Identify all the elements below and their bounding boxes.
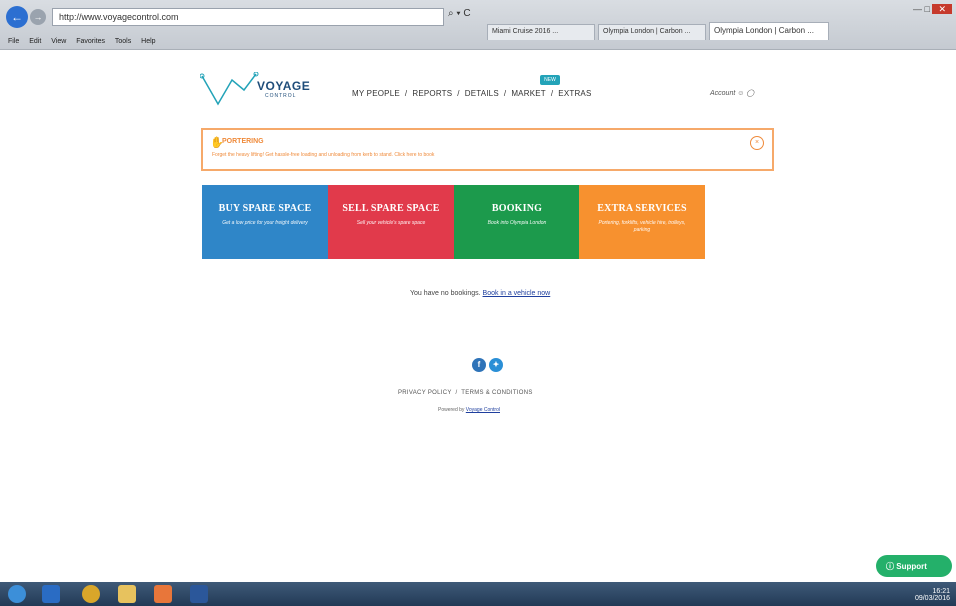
start-button-icon[interactable] (8, 585, 26, 603)
privacy-policy-link[interactable]: PRIVACY POLICY (398, 390, 452, 396)
account-label: Account (710, 90, 736, 97)
menu-tools[interactable]: Tools (115, 38, 131, 45)
nav-my-people[interactable]: MY PEOPLE (352, 89, 400, 98)
tray-date: 09/03/2016 (914, 595, 950, 602)
menu-help[interactable]: Help (141, 38, 155, 45)
notice-title: PORTERING (222, 138, 264, 145)
portering-notice[interactable] (201, 128, 774, 171)
back-button[interactable]: ← (6, 6, 28, 28)
menu-bar: File Edit View Favorites Tools Help (0, 38, 956, 50)
support-button[interactable]: ⓘ Support (876, 555, 952, 577)
screen: ← → http://www.voyagecontrol.com ⌕ ▾ C M… (0, 0, 956, 606)
new-badge: NEW (540, 75, 560, 85)
no-bookings-message: You have no bookings. Book in a vehicle … (410, 290, 551, 297)
buy-spare-space-tile[interactable]: BUY SPARE SPACE Get a low price for your… (202, 185, 328, 259)
logo-text[interactable]: VOYAGE (257, 79, 310, 93)
tray-time: 16:21 (932, 588, 950, 595)
terms-link[interactable]: TERMS & CONDITIONS (461, 390, 532, 396)
ie-taskbar-icon[interactable] (42, 585, 60, 603)
menu-file[interactable]: File (8, 38, 19, 45)
footer-links: PRIVACY POLICY / TERMS & CONDITIONS (398, 390, 533, 396)
address-actions[interactable]: ⌕ ▾ C (448, 8, 471, 19)
powered-by: Powered by Voyage Control (438, 407, 500, 413)
menu-edit[interactable]: Edit (29, 38, 41, 45)
windows-taskbar: 16:21 09/03/2016 (0, 582, 956, 606)
notice-text[interactable]: Forget the heavy lifting! Get hassle-fre… (212, 152, 434, 158)
user-icon[interactable]: ☺ (737, 90, 744, 97)
support-icon: ⓘ (886, 562, 894, 571)
back-arrow-icon: ← (11, 10, 23, 24)
nav-reports[interactable]: REPORTS (412, 89, 452, 98)
twitter-icon[interactable]: ✦ (489, 358, 503, 372)
main-nav: MY PEOPLE / REPORTS / DETAILS / MARKET / EXTRAS (352, 89, 592, 98)
folder-taskbar-icon[interactable] (118, 585, 136, 603)
menu-favorites[interactable]: Favorites (76, 38, 105, 45)
system-tray[interactable]: 16:21 09/03/2016 (915, 588, 950, 602)
nav-details[interactable]: DETAILS (465, 89, 499, 98)
logo-subtext: CONTROL (265, 93, 297, 99)
nav-extras[interactable]: EXTRAS (558, 89, 591, 98)
address-bar[interactable]: http://www.voyagecontrol.com (52, 8, 444, 26)
outlook-taskbar-icon[interactable] (154, 585, 172, 603)
window-controls[interactable]: — □ ✕ (913, 4, 952, 15)
forward-arrow-icon: → (33, 12, 43, 22)
nav-market[interactable]: MARKET (511, 89, 546, 98)
chrome-taskbar-icon[interactable] (82, 585, 100, 603)
settings-icon[interactable]: ◯ (746, 90, 754, 97)
booking-tile[interactable]: BOOKING Book into Olympia London (454, 185, 580, 259)
extra-services-tile[interactable]: EXTRA SERVICES Portering, forklifts, veh… (579, 185, 705, 259)
address-text: http://www.voyagecontrol.com (59, 12, 179, 22)
voyage-control-link[interactable]: Voyage Control (466, 407, 500, 413)
browser-chrome: ← → http://www.voyagecontrol.com ⌕ ▾ C M… (0, 0, 956, 50)
book-vehicle-link[interactable]: Book in a vehicle now (483, 290, 551, 297)
notice-close-icon[interactable]: × (750, 136, 764, 150)
menu-view[interactable]: View (51, 38, 66, 45)
forward-button[interactable]: → (30, 9, 46, 25)
facebook-icon[interactable]: f (472, 358, 486, 372)
account-menu[interactable]: Account ☺ ◯ (710, 89, 754, 97)
word-taskbar-icon[interactable] (190, 585, 208, 603)
close-window-icon[interactable]: ✕ (932, 4, 952, 14)
sell-spare-space-tile[interactable]: SELL SPARE SPACE Sell your vehicle's spa… (328, 185, 454, 259)
